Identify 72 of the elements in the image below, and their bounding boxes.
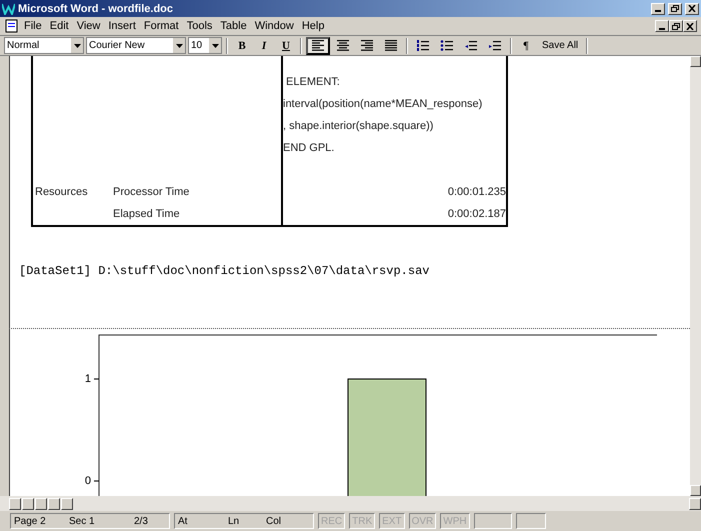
scroll-right-button[interactable]	[689, 498, 701, 510]
at-position: At	[178, 516, 188, 526]
menu-item[interactable]: View	[72, 20, 104, 32]
word-logo-icon	[2, 2, 15, 14]
table-cell: 0:00:01.235	[448, 186, 506, 198]
web-layout-view-button[interactable]	[22, 498, 34, 510]
normal-view-button[interactable]	[9, 498, 21, 510]
menu-item[interactable]: Table	[216, 20, 251, 32]
align-justify-icon	[384, 39, 398, 52]
close-button[interactable]	[685, 2, 699, 14]
bold-button[interactable]: B	[232, 36, 252, 54]
restore-icon	[672, 22, 680, 30]
close-button[interactable]	[683, 20, 697, 32]
save-all-button[interactable]: Save All	[538, 36, 582, 54]
status-panel	[474, 513, 512, 529]
dropdown-caret-icon	[212, 44, 218, 48]
align-left-icon	[311, 39, 325, 52]
vertical-scrollbar[interactable]	[690, 56, 701, 496]
scroll-down-button[interactable]	[690, 485, 701, 496]
close-icon	[688, 5, 696, 12]
scroll-left-button[interactable]	[61, 498, 73, 510]
column-position: Col	[266, 516, 282, 526]
outline-view-button[interactable]	[48, 498, 60, 510]
dropdown-caret-icon	[74, 44, 80, 48]
horizontal-scrollbar[interactable]	[0, 496, 701, 511]
italic-button[interactable]: I	[254, 36, 274, 54]
font-size-dropdown[interactable]: 10	[188, 37, 222, 54]
menu-item[interactable]: Edit	[46, 20, 73, 32]
restore-button[interactable]	[669, 20, 683, 32]
menu-item[interactable]: Format	[140, 20, 183, 32]
dataset-path: [DataSet1] D:\stuff\doc\nonfiction\spss2\07\data\rsvp.sav	[19, 264, 430, 278]
y-axis-label: 1	[84, 373, 91, 385]
print-layout-view-button[interactable]	[35, 498, 47, 510]
page-count: 2/3	[134, 516, 149, 526]
menu-item[interactable]: Insert	[104, 20, 140, 32]
y-axis-label: 0	[84, 475, 91, 487]
line-position: Ln	[228, 516, 240, 526]
table-cell: , shape.interior(shape.square))	[283, 120, 434, 132]
align-right-icon	[360, 39, 374, 52]
align-center-icon	[336, 39, 350, 52]
table-cell-text: Resources	[34, 185, 89, 200]
window-title: Microsoft Word - wordfile.doc	[18, 2, 174, 14]
decrease-indent-icon	[464, 39, 478, 52]
menu-item[interactable]: Tools	[182, 20, 216, 32]
document-icon[interactable]	[4, 19, 20, 33]
status-panel	[516, 513, 546, 529]
table-cell-text: Processor Time	[112, 185, 190, 200]
minimize-button[interactable]	[651, 2, 665, 14]
dropdown-caret-icon	[176, 44, 182, 48]
show-formatting-button[interactable]: ¶	[516, 36, 536, 54]
restore-button[interactable]	[668, 2, 682, 14]
section-number: Sec 1	[69, 516, 96, 526]
menu-item[interactable]: Window	[250, 20, 298, 32]
minimize-button[interactable]	[655, 20, 669, 32]
align-left-button[interactable]	[306, 36, 330, 54]
underline-button[interactable]: U	[276, 36, 296, 54]
menu-item[interactable]: File	[20, 20, 46, 32]
table-cell: 0:00:02.187	[448, 208, 506, 220]
style-dropdown[interactable]: Normal	[4, 37, 84, 54]
restore-icon	[671, 5, 679, 12]
table-cell-text: ELEMENT:	[285, 76, 340, 88]
table-cell-text: Elapsed Time	[112, 207, 181, 222]
close-icon	[686, 22, 694, 30]
page-number: Page 2	[14, 516, 47, 526]
menu-item[interactable]: Help	[298, 20, 328, 32]
font-dropdown[interactable]: Courier New	[86, 37, 186, 54]
numbered-list-icon	[416, 39, 430, 52]
bulleted-list-icon	[440, 39, 454, 52]
scroll-up-button[interactable]	[690, 56, 701, 67]
table-cell: END GPL.	[283, 142, 334, 154]
table-cell: interval(position(name*MEAN_response)	[283, 98, 482, 110]
increase-indent-icon	[488, 39, 502, 52]
